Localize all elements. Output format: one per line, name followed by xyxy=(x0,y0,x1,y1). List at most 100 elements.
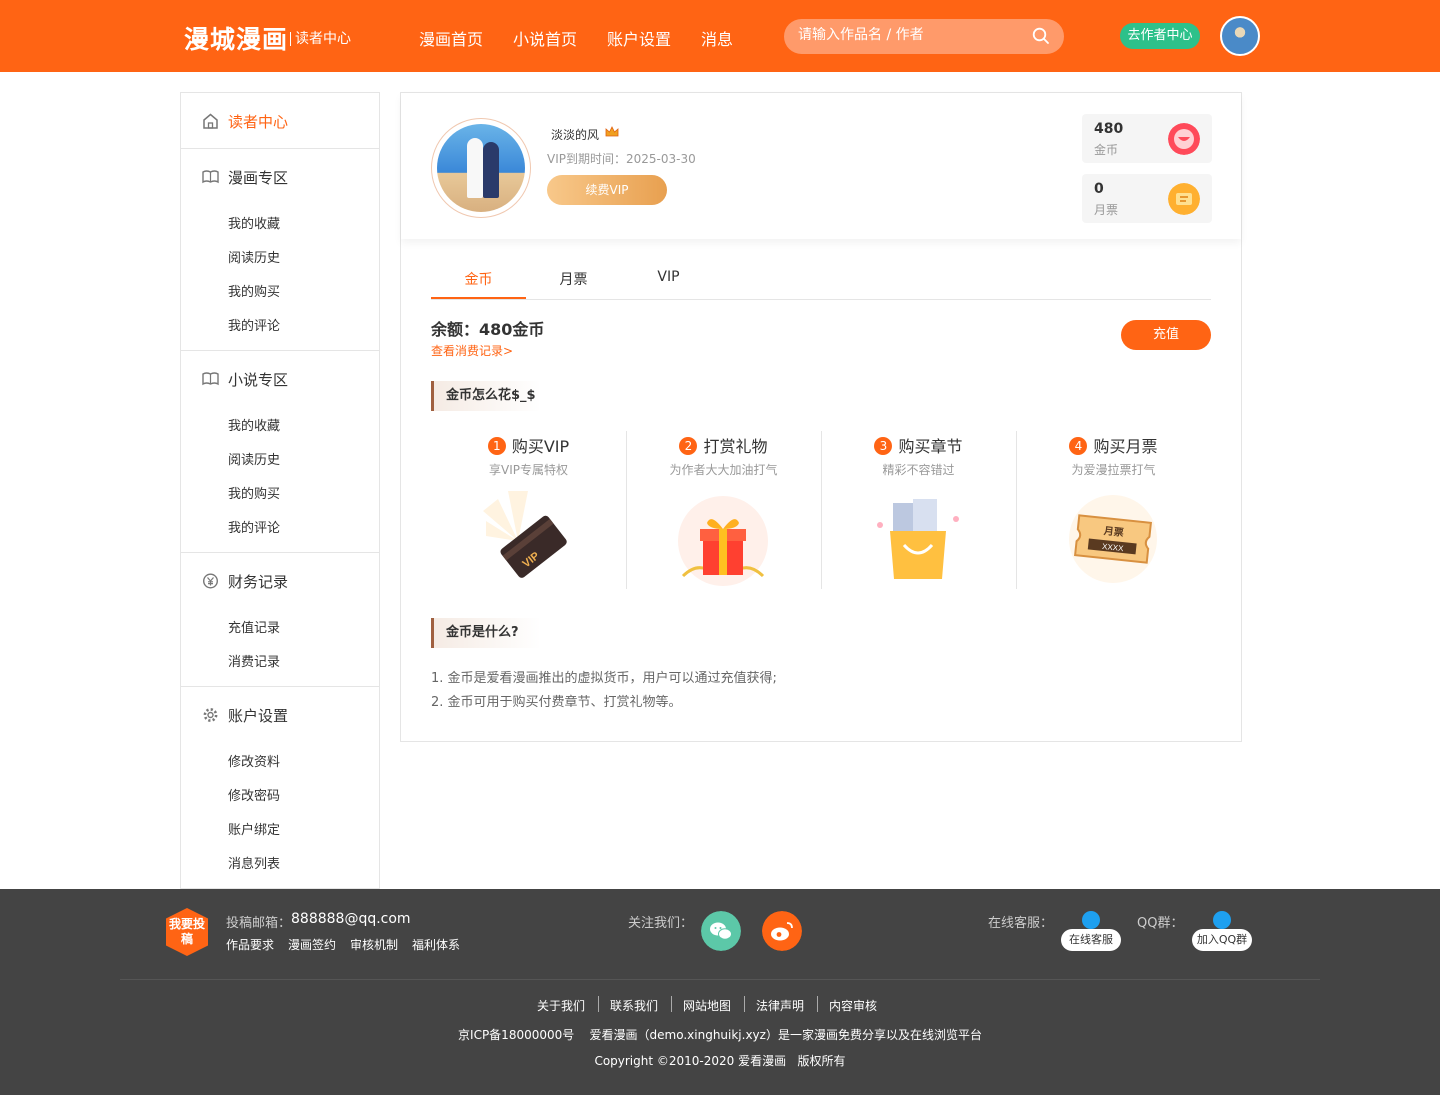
footer-divider xyxy=(120,979,1320,980)
spend-card-gift[interactable]: 2 打赏礼物 为作者大大加油打气 xyxy=(626,431,821,589)
sidebar-section-novel: 小说专区 xyxy=(181,351,379,407)
sidebar-item-spending-records[interactable]: 消费记录 xyxy=(228,651,280,670)
renew-vip-button[interactable]: 续费VIP xyxy=(547,175,667,205)
email-label: 投稿邮箱： xyxy=(226,916,292,931)
sidebar-item-message-list[interactable]: 消息列表 xyxy=(228,853,280,872)
recharge-button[interactable]: 充值 xyxy=(1121,320,1211,350)
nav-messages[interactable]: 消息 xyxy=(701,26,733,50)
footer-about[interactable]: 关于我们 xyxy=(537,997,585,1014)
footer-content-review[interactable]: 内容审核 xyxy=(829,997,877,1014)
sidebar-item-novel-history[interactable]: 阅读历史 xyxy=(228,449,280,468)
card-title: 1 购买VIP xyxy=(431,433,626,457)
sidebar-home-label: 读者中心 xyxy=(228,113,289,131)
gear-icon xyxy=(203,708,218,722)
profile-card: 淡淡的风 VIP到期时间：2025-03-30 续费VIP 480 金币 0 月… xyxy=(401,93,1241,239)
monthly-ticket-icon: 月票XXXX xyxy=(1069,495,1157,583)
tickets-stat[interactable]: 0 月票 xyxy=(1082,174,1212,223)
card-desc: 享VIP专属特权 xyxy=(489,463,568,477)
footer-link-review[interactable]: 审核机制 xyxy=(350,936,398,953)
sidebar-item-novel-comments[interactable]: 我的评论 xyxy=(228,517,280,536)
sidebar-comic-title: 漫画专区 xyxy=(228,169,289,187)
nav-comic-home[interactable]: 漫画首页 xyxy=(419,26,483,50)
nav-account-settings[interactable]: 账户设置 xyxy=(607,26,671,50)
sidebar-item-comic-purchases[interactable]: 我的购买 xyxy=(228,281,280,300)
separator xyxy=(744,996,745,1012)
tab-vip[interactable]: VIP xyxy=(621,269,716,285)
submission-email[interactable]: 888888@qq.com xyxy=(291,911,411,927)
main-panel: 淡淡的风 VIP到期时间：2025-03-30 续费VIP 480 金币 0 月… xyxy=(400,92,1242,742)
view-records-link[interactable]: 查看消费记录> xyxy=(431,342,513,359)
what-is-coins-title: 金币是什么? xyxy=(431,618,541,648)
note-line: 2. 金币可用于购买付费章节、打赏礼物等。 xyxy=(431,695,682,710)
qq-icon xyxy=(1213,911,1231,929)
tabs: 金币 月票 VIP xyxy=(431,251,1211,300)
separator xyxy=(817,996,818,1012)
site-logo[interactable]: 漫城漫画 xyxy=(184,20,288,56)
wechat-icon[interactable] xyxy=(701,911,741,951)
coins-label: 金币 xyxy=(1094,143,1119,157)
coin-icon xyxy=(1168,123,1200,155)
follow-label: 关注我们： xyxy=(628,916,694,931)
balance-text: 余额：480金币 xyxy=(431,320,545,339)
ticket-icon xyxy=(1168,183,1200,215)
book-icon xyxy=(202,170,219,184)
footer-link-benefits[interactable]: 福利体系 xyxy=(412,936,460,953)
user-avatar[interactable] xyxy=(1220,16,1260,56)
card-title: 4 购买月票 xyxy=(1016,433,1211,457)
sidebar-item-comic-comments[interactable]: 我的评论 xyxy=(228,315,280,334)
footer-legal[interactable]: 法律声明 xyxy=(756,997,804,1014)
author-center-button[interactable]: 去作者中心 xyxy=(1120,23,1200,49)
spend-card-vip[interactable]: 1 购买VIP 享VIP专属特权 VIP xyxy=(431,431,626,589)
how-to-spend-title: 金币怎么花$_$ xyxy=(431,381,541,411)
footer-sitemap[interactable]: 网站地图 xyxy=(683,997,731,1014)
note-line: 1. 金币是爱看漫画推出的虚拟货币，用户可以通过充值获得; xyxy=(431,671,777,686)
sidebar-item-comic-favorites[interactable]: 我的收藏 xyxy=(228,213,280,232)
sidebar-item-novel-purchases[interactable]: 我的购买 xyxy=(228,483,280,502)
coins-value: 480 xyxy=(1094,121,1124,137)
username: 淡淡的风 xyxy=(551,128,600,142)
copyright: Copyright ©2010-2020 爱看漫画 版权所有 xyxy=(594,1054,846,1068)
coins-stat[interactable]: 480 金币 xyxy=(1082,114,1212,163)
search-icon[interactable] xyxy=(1032,27,1050,45)
spend-card-chapter[interactable]: 3 购买章节 精彩不容错过 xyxy=(821,431,1016,589)
card-desc: 为爱漫拉票打气 xyxy=(1071,463,1156,477)
headset-icon xyxy=(1082,911,1100,929)
tickets-label: 月票 xyxy=(1094,203,1119,217)
sidebar-section-comic: 漫画专区 xyxy=(181,149,379,205)
sidebar-item-change-password[interactable]: 修改密码 xyxy=(228,785,280,804)
search-input[interactable] xyxy=(798,27,1018,43)
sidebar-item-comic-history[interactable]: 阅读历史 xyxy=(228,247,280,266)
tab-monthly-tickets[interactable]: 月票 xyxy=(526,269,621,289)
card-title: 2 打赏礼物 xyxy=(626,433,821,457)
sidebar-item-account-binding[interactable]: 账户绑定 xyxy=(228,819,280,838)
top-header: 漫城漫画 读者中心 漫画首页 小说首页 账户设置 消息 去作者中心 xyxy=(0,0,1440,72)
card-desc: 精彩不容错过 xyxy=(882,463,955,477)
logo-subtitle: 读者中心 xyxy=(290,32,351,46)
footer-contact[interactable]: 联系我们 xyxy=(610,997,658,1014)
sidebar-item-edit-profile[interactable]: 修改资料 xyxy=(228,751,280,770)
book-icon xyxy=(202,372,219,386)
sidebar-novel-title: 小说专区 xyxy=(228,371,289,389)
gift-box-icon xyxy=(678,496,768,586)
card-desc: 为作者大大加油打气 xyxy=(669,463,778,477)
shopping-bag-icon xyxy=(877,499,959,579)
online-service-button[interactable]: 在线客服 xyxy=(1061,929,1121,951)
sidebar-item-reader-center[interactable]: 读者中心 xyxy=(181,93,379,149)
join-qq-button[interactable]: 加入QQ群 xyxy=(1192,929,1252,951)
sidebar-item-novel-favorites[interactable]: 我的收藏 xyxy=(228,415,280,434)
search-box xyxy=(784,19,1064,54)
icp-info: 京ICP备18000000号 爱看漫画（demo.xinghuikj.xyz）是… xyxy=(458,1028,982,1042)
submit-work-badge[interactable]: 我要投稿 xyxy=(166,908,208,956)
profile-avatar[interactable] xyxy=(431,118,531,218)
weibo-icon[interactable] xyxy=(762,911,802,951)
sidebar-section-account: 账户设置 xyxy=(181,687,379,743)
spend-card-ticket[interactable]: 4 购买月票 为爱漫拉票打气 月票 XXXX xyxy=(1016,431,1211,589)
sidebar-item-recharge-records[interactable]: 充值记录 xyxy=(228,617,280,636)
separator xyxy=(598,996,599,1012)
footer-link-signing[interactable]: 漫画签约 xyxy=(288,936,336,953)
home-icon xyxy=(203,113,218,129)
crown-icon xyxy=(605,126,619,137)
tab-coins[interactable]: 金币 xyxy=(431,269,526,289)
nav-novel-home[interactable]: 小说首页 xyxy=(513,26,577,50)
footer-link-requirements[interactable]: 作品要求 xyxy=(226,936,274,953)
